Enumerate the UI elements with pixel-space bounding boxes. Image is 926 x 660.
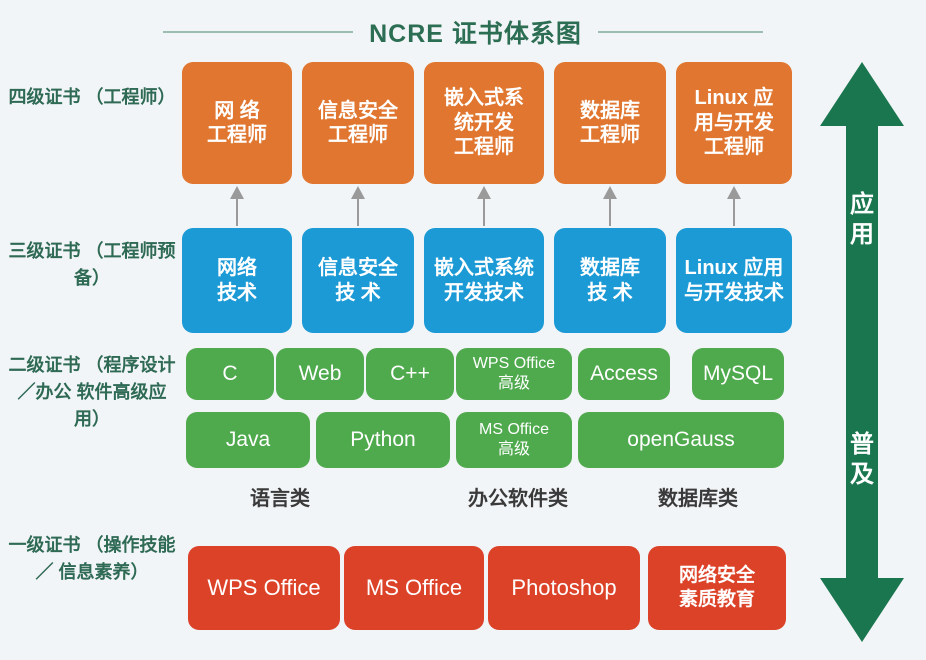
level2-card[interactable]: Java (186, 412, 310, 468)
certificate-system-diagram: NCRE 证书体系图 四级证书 （工程师） 三级证书 （工程师预备） 二级证书 … (0, 0, 926, 660)
connector-arrow-icon (477, 186, 491, 226)
connector-arrow-icon (230, 186, 244, 226)
connector-arrow-icon (351, 186, 365, 226)
title-rule-right (597, 31, 763, 33)
level2-card[interactable]: openGauss (578, 412, 784, 468)
category-label-databases: 数据库类 (658, 488, 738, 510)
connector-arrow-icon (727, 186, 741, 226)
arrow-head-up-icon (820, 62, 904, 126)
row-label-level1: 一级证书 （操作技能／ 信息素养） (8, 535, 176, 582)
page-title: NCRE 证书体系图 (369, 20, 582, 48)
level4-card[interactable]: 网 络 工程师 (182, 62, 292, 184)
arrow-head-down-icon (820, 578, 904, 642)
level2-card[interactable]: Python (316, 412, 450, 468)
level1-card[interactable]: 网络安全 素质教育 (648, 546, 786, 630)
level2-card[interactable]: WPS Office 高级 (456, 348, 572, 400)
level2-card[interactable]: Access (578, 348, 670, 400)
level1-card[interactable]: WPS Office (188, 546, 340, 630)
level3-card[interactable]: 嵌入式系统 开发技术 (424, 228, 544, 333)
level3-card[interactable]: 信息安全 技 术 (302, 228, 414, 333)
row-label-level2: 二级证书 （程序设计／办公 软件高级应用） (8, 355, 176, 429)
category-label-office-software: 办公软件类 (468, 488, 568, 510)
connector-arrow-icon (603, 186, 617, 226)
application-popularity-axis-arrow-icon: 应用 普及 (812, 62, 912, 642)
title-rule-left (163, 31, 354, 33)
level3-card[interactable]: 数据库 技 术 (554, 228, 666, 333)
level1-card[interactable]: MS Office (344, 546, 484, 630)
level4-card[interactable]: Linux 应 用与开发 工程师 (676, 62, 792, 184)
level3-card[interactable]: 网络 技术 (182, 228, 292, 333)
level4-card[interactable]: 嵌入式系 统开发 工程师 (424, 62, 544, 184)
level2-card[interactable]: C (186, 348, 274, 400)
level2-card[interactable]: MS Office 高级 (456, 412, 572, 468)
level2-card[interactable]: C++ (366, 348, 454, 400)
row-label-level4: 四级证书 （工程师） (8, 87, 176, 107)
level1-card[interactable]: Photoshop (488, 546, 640, 630)
level4-card[interactable]: 信息安全 工程师 (302, 62, 414, 184)
axis-label-popularization: 普及 (850, 431, 874, 488)
level3-card[interactable]: Linux 应用 与开发技术 (676, 228, 792, 333)
level4-card[interactable]: 数据库 工程师 (554, 62, 666, 184)
level2-card[interactable]: MySQL (692, 348, 784, 400)
level2-card[interactable]: Web (276, 348, 364, 400)
diagram-title-bar: NCRE 证书体系图 (0, 10, 926, 54)
row-label-level3: 三级证书 （工程师预备） (8, 241, 176, 288)
axis-label-application: 应用 (850, 191, 874, 248)
category-label-languages: 语言类 (250, 488, 310, 510)
